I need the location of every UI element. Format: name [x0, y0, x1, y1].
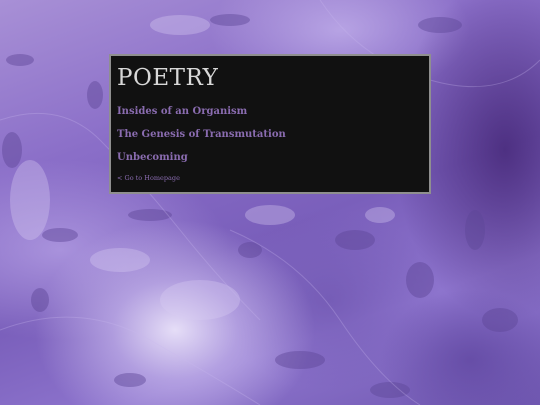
page-title: POETRY — [117, 65, 219, 91]
poem-link-unbecoming[interactable]: Unbecoming — [117, 151, 188, 164]
page-background: { "page": { "title": "POETRY" }, "poems"… — [0, 0, 540, 405]
poem-link-insides-of-an-organism[interactable]: Insides of an Organism — [117, 105, 247, 118]
poetry-panel: POETRY Insides of an Organism The Genesi… — [109, 54, 431, 194]
go-to-homepage-link[interactable]: < Go to Homepage — [117, 173, 180, 183]
poem-link-genesis-of-transmutation[interactable]: The Genesis of Transmutation — [117, 128, 286, 141]
